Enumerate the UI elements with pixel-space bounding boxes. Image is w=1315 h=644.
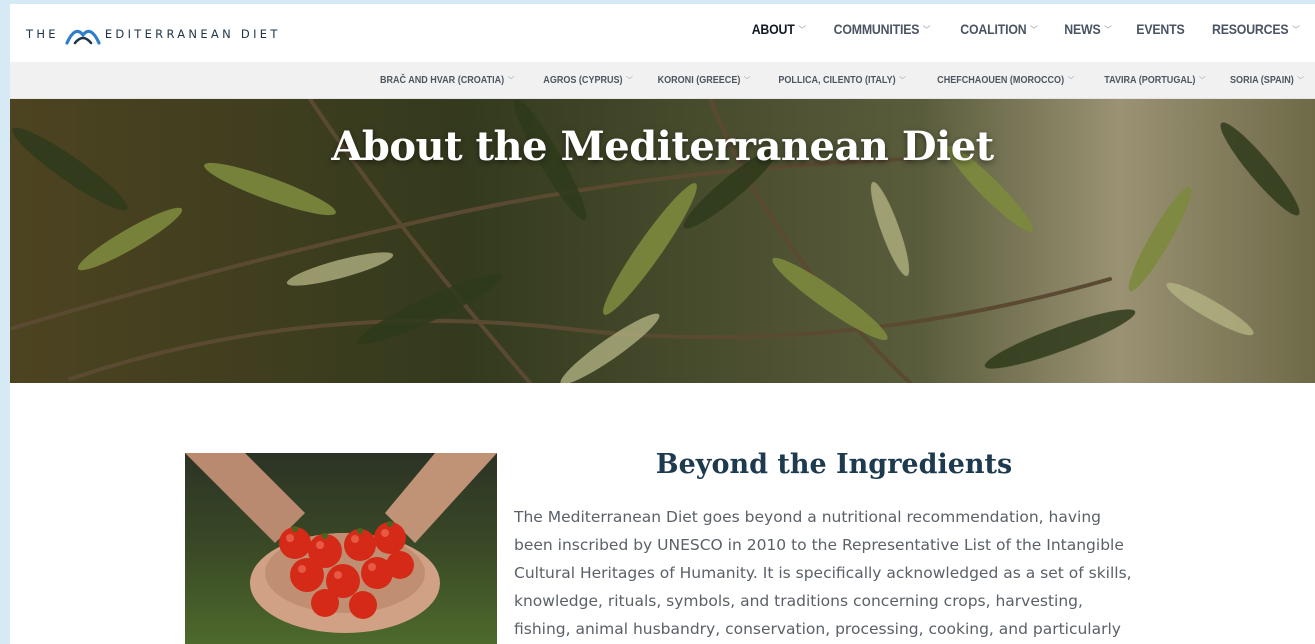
tomatoes-in-hands-image (185, 453, 497, 644)
browser-page: THE EDITERRANEAN DIET ABOUT ﹀ COMMUNITIES… (10, 4, 1315, 644)
chevron-down-icon: ﹀ (1292, 24, 1301, 35)
logo-text-the: THE (26, 27, 59, 41)
menu-item-events[interactable]: EVENTS (1129, 21, 1193, 37)
section-body: The Mediterranean Diet goes beyond a nut… (514, 503, 1154, 643)
site-logo[interactable]: THE EDITERRANEAN DIET (26, 22, 281, 46)
chevron-down-icon: ﹀ (1030, 24, 1039, 35)
chevron-down-icon: ﹀ (797, 24, 806, 35)
chevron-down-icon: ﹀ (743, 75, 751, 85)
main-menu: ABOUT ﹀ COMMUNITIES ﹀ COALITION ﹀ NEWS ﹀ EVE… (739, 21, 1315, 37)
menu-item-about[interactable]: ABOUT ﹀ (743, 21, 813, 37)
body-line: been inscribed by UNESCO in 2010 to the … (514, 536, 1124, 554)
menu-item-resources[interactable]: RESOURCES ﹀ (1204, 21, 1308, 37)
subnav-item-greece[interactable]: KORONI (GREECE) ﹀ (653, 74, 755, 86)
chevron-down-icon: ﹀ (1198, 75, 1206, 85)
chevron-down-icon: ﹀ (507, 75, 515, 85)
menu-item-communities[interactable]: COMMUNITIES ﹀ (826, 21, 939, 37)
hero-title: About the Mediterranean Diet (331, 123, 994, 170)
body-line: knowledge, rituals, symbols, and traditi… (514, 592, 1083, 610)
hero-banner: About the Mediterranean Diet (10, 99, 1315, 383)
body-line: Cultural Heritages of Humanity. It is sp… (514, 564, 1132, 582)
subnav-item-croatia[interactable]: BRAČ AND HVAR (CROATIA) ﹀ (376, 74, 519, 86)
subnav-item-italy[interactable]: POLLICA, CILENTO (ITALY) ﹀ (774, 74, 910, 86)
subnav-item-spain[interactable]: SORIA (SPAIN) ﹀ (1226, 74, 1309, 86)
subnav-list: BRAČ AND HVAR (CROATIA) ﹀ AGROS (CYPRUS) ﹀… (364, 74, 1315, 86)
chevron-down-icon: ﹀ (923, 24, 931, 35)
body-line: fishing, animal husbandry, conservation,… (514, 620, 1121, 638)
menu-item-news[interactable]: NEWS ﹀ (1057, 21, 1120, 37)
logo-mark-icon (65, 29, 101, 45)
logo-text-name: EDITERRANEAN DIET (104, 27, 281, 41)
chevron-down-icon: ﹀ (1067, 75, 1075, 85)
section-heading: Beyond the Ingredients (655, 449, 1013, 480)
menu-item-coalition[interactable]: COALITION ﹀ (953, 21, 1046, 37)
chevron-down-icon: ﹀ (625, 75, 633, 85)
subnav-item-portugal[interactable]: TAVIRA (PORTUGAL) ﹀ (1100, 74, 1210, 86)
communities-subnav: BRAČ AND HVAR (CROATIA) ﹀ AGROS (CYPRUS) ﹀… (10, 62, 1315, 99)
body-line: The Mediterranean Diet goes beyond a nut… (514, 508, 1101, 526)
chevron-down-icon: ﹀ (1297, 75, 1304, 85)
chevron-down-icon: ﹀ (899, 75, 906, 85)
subnav-item-cyprus[interactable]: AGROS (CYPRUS) ﹀ (539, 74, 637, 86)
chevron-down-icon: ﹀ (1104, 24, 1113, 35)
top-navigation: THE EDITERRANEAN DIET ABOUT ﹀ COMMUNITIES… (10, 4, 1315, 62)
subnav-item-morocco[interactable]: CHEFCHAOUEN (MOROCCO) ﹀ (933, 74, 1079, 86)
